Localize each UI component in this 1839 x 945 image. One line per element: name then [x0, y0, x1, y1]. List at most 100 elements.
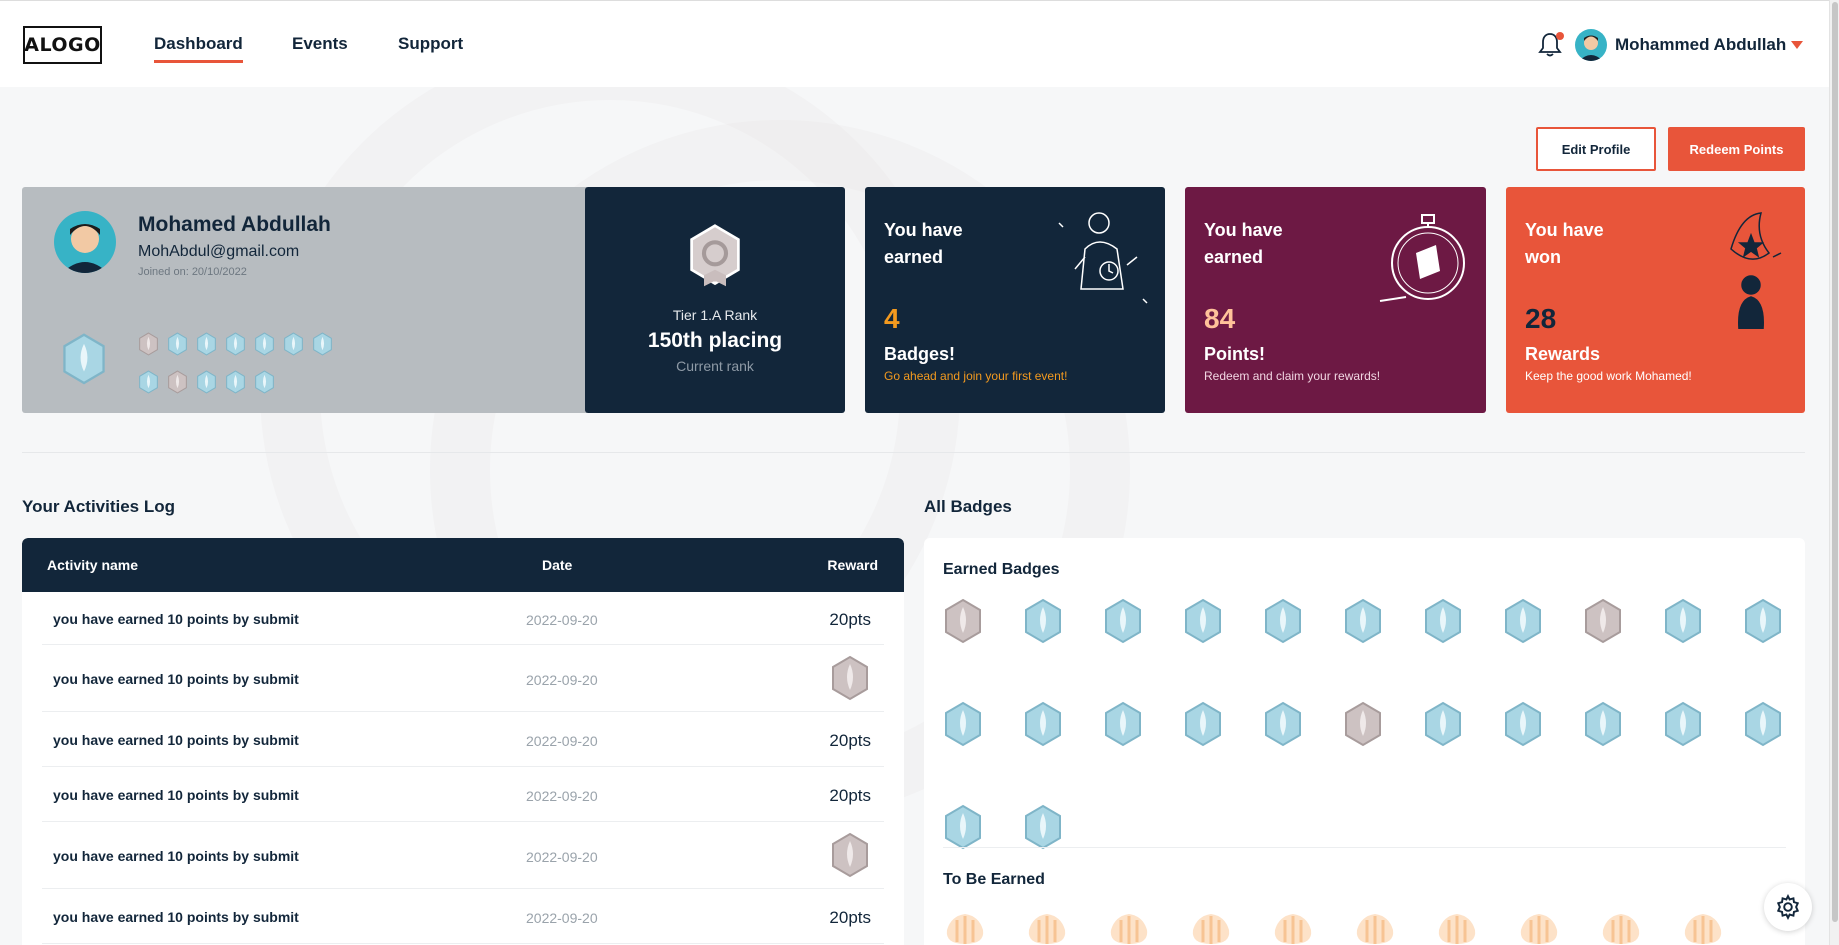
activity-name: you have earned 10 points by submit: [53, 671, 299, 687]
badge-icon[interactable]: [1503, 701, 1583, 754]
badge-icon[interactable]: [1103, 701, 1183, 754]
badge-icon[interactable]: [1663, 701, 1743, 754]
badge-icon[interactable]: [943, 598, 1023, 651]
badge-icon[interactable]: [1103, 598, 1183, 651]
profile-badge-list: [138, 332, 338, 400]
activity-name: you have earned 10 points by submit: [53, 732, 299, 748]
badge-icon[interactable]: [1183, 701, 1263, 754]
scrollbar-thumb[interactable]: [1832, 2, 1838, 922]
locked-badge-icon[interactable]: [1435, 912, 1517, 945]
locked-badge-icon[interactable]: [1189, 912, 1271, 945]
profile-name: Mohamed Abdullah: [138, 213, 331, 236]
locked-badge-icon[interactable]: [1353, 912, 1435, 945]
settings-button[interactable]: [1764, 883, 1812, 931]
badge-icon: [61, 332, 107, 393]
profile-card: Mohamed Abdullah MohAbdul@gmail.com Join…: [22, 187, 587, 413]
star-trophy-illustration-icon: [1730, 212, 1782, 329]
badge-icon[interactable]: [943, 701, 1023, 754]
stat-unit: Points!: [1204, 344, 1265, 364]
locked-badge-icon[interactable]: [1681, 912, 1763, 945]
stat-value: 84: [1204, 303, 1236, 334]
chevron-down-icon[interactable]: [1791, 41, 1803, 49]
badge-icon[interactable]: [943, 804, 1023, 857]
mini-badge-icon: [196, 332, 217, 362]
locked-badge-icon[interactable]: [1599, 912, 1681, 945]
activity-date: 2022-09-20: [526, 733, 598, 749]
locked-badge-icon[interactable]: [1025, 912, 1107, 945]
table-row: you have earned 10 points by submit 2022-…: [42, 767, 884, 822]
nav-support[interactable]: Support: [398, 34, 463, 54]
badge-icon[interactable]: [1423, 598, 1503, 651]
mini-badge-icon: [225, 332, 246, 362]
badge-icon[interactable]: [1503, 598, 1583, 651]
locked-badge-icon[interactable]: [1517, 912, 1599, 945]
mini-badge-icon: [254, 332, 275, 362]
badge-icon[interactable]: [1263, 701, 1343, 754]
badge-icon[interactable]: [1263, 598, 1343, 651]
avatar: [54, 211, 116, 273]
to-be-earned-grid: [943, 912, 1763, 945]
to-be-earned-title: To Be Earned: [943, 871, 1045, 888]
avatar[interactable]: [1575, 29, 1607, 61]
activity-name: you have earned 10 points by submit: [53, 787, 299, 803]
badge-icon[interactable]: [1023, 701, 1103, 754]
badge-icon[interactable]: [1423, 701, 1503, 754]
column-header-date: Date: [542, 557, 573, 573]
notification-dot: [1556, 32, 1564, 40]
stat-heading: You have won: [1525, 220, 1604, 267]
mini-badge-icon: [196, 370, 217, 400]
activity-date: 2022-09-20: [526, 788, 598, 804]
profile-email: MohAbdul@gmail.com: [138, 243, 300, 260]
locked-badge-icon[interactable]: [1107, 912, 1189, 945]
table-row: you have earned 10 points by submit 2022-…: [42, 592, 884, 645]
rank-tier: Tier 1.A Rank: [672, 307, 758, 323]
badge-icon[interactable]: [1743, 701, 1823, 754]
activity-reward: 20pts: [829, 610, 871, 629]
nav-dashboard[interactable]: Dashboard: [154, 34, 243, 63]
locked-badge-icon[interactable]: [1271, 912, 1353, 945]
stat-heading: You have earned: [884, 220, 963, 267]
table-row: you have earned 10 points by submit 2022-…: [42, 712, 884, 767]
column-header-reward: Reward: [827, 557, 878, 573]
badges-title: All Badges: [924, 497, 1012, 516]
badge-icon[interactable]: [1743, 598, 1823, 651]
nav-user-name[interactable]: Mohammed Abdullah: [1615, 35, 1786, 55]
activity-reward: 20pts: [829, 786, 871, 805]
table-body: you have earned 10 points by submit 2022-…: [22, 592, 904, 944]
logo[interactable]: ALOGO: [23, 26, 102, 64]
stat-value: 28: [1525, 303, 1557, 334]
badge-icon[interactable]: [1583, 701, 1663, 754]
activity-date: 2022-09-20: [526, 672, 598, 688]
badge-icon[interactable]: [1663, 598, 1743, 651]
badge-icon[interactable]: [1023, 598, 1103, 651]
stat-heading: You have earned: [1204, 220, 1283, 267]
activities-title: Your Activities Log: [22, 497, 176, 516]
activity-name: you have earned 10 points by submit: [53, 848, 299, 864]
locked-badge-icon[interactable]: [943, 912, 1025, 945]
activity-name: you have earned 10 points by submit: [53, 611, 299, 627]
redeem-points-button[interactable]: Redeem Points: [1668, 127, 1805, 171]
reward-badge-icon: [829, 832, 871, 885]
mini-badge-icon: [283, 332, 304, 362]
rank-badge-icon: [685, 223, 745, 294]
earned-badges-grid: [943, 598, 1783, 857]
rank-card: Tier 1.A Rank 150th placing Current rank: [585, 187, 845, 413]
badge-icon[interactable]: [1183, 598, 1263, 651]
badge-icon[interactable]: [1023, 804, 1103, 857]
rank-label: Current rank: [676, 358, 754, 374]
edit-profile-button[interactable]: Edit Profile: [1536, 127, 1656, 171]
rank-placing: 150th placing: [647, 329, 783, 352]
badge-icon[interactable]: [1583, 598, 1663, 651]
scrollbar[interactable]: [1829, 0, 1839, 945]
badge-icon[interactable]: [1343, 701, 1423, 754]
activity-reward: 20pts: [829, 731, 871, 750]
mini-badge-icon: [138, 332, 159, 362]
activity-name: you have earned 10 points by submit: [53, 909, 299, 925]
mini-badge-icon: [138, 370, 159, 400]
badges-stat-card: You have earned 4 Badges! Go ahead and j…: [865, 187, 1165, 413]
nav-events[interactable]: Events: [292, 34, 348, 54]
section-divider: [22, 452, 1805, 453]
activity-date: 2022-09-20: [526, 612, 598, 628]
mini-badge-icon: [254, 370, 275, 400]
badge-icon[interactable]: [1343, 598, 1423, 651]
